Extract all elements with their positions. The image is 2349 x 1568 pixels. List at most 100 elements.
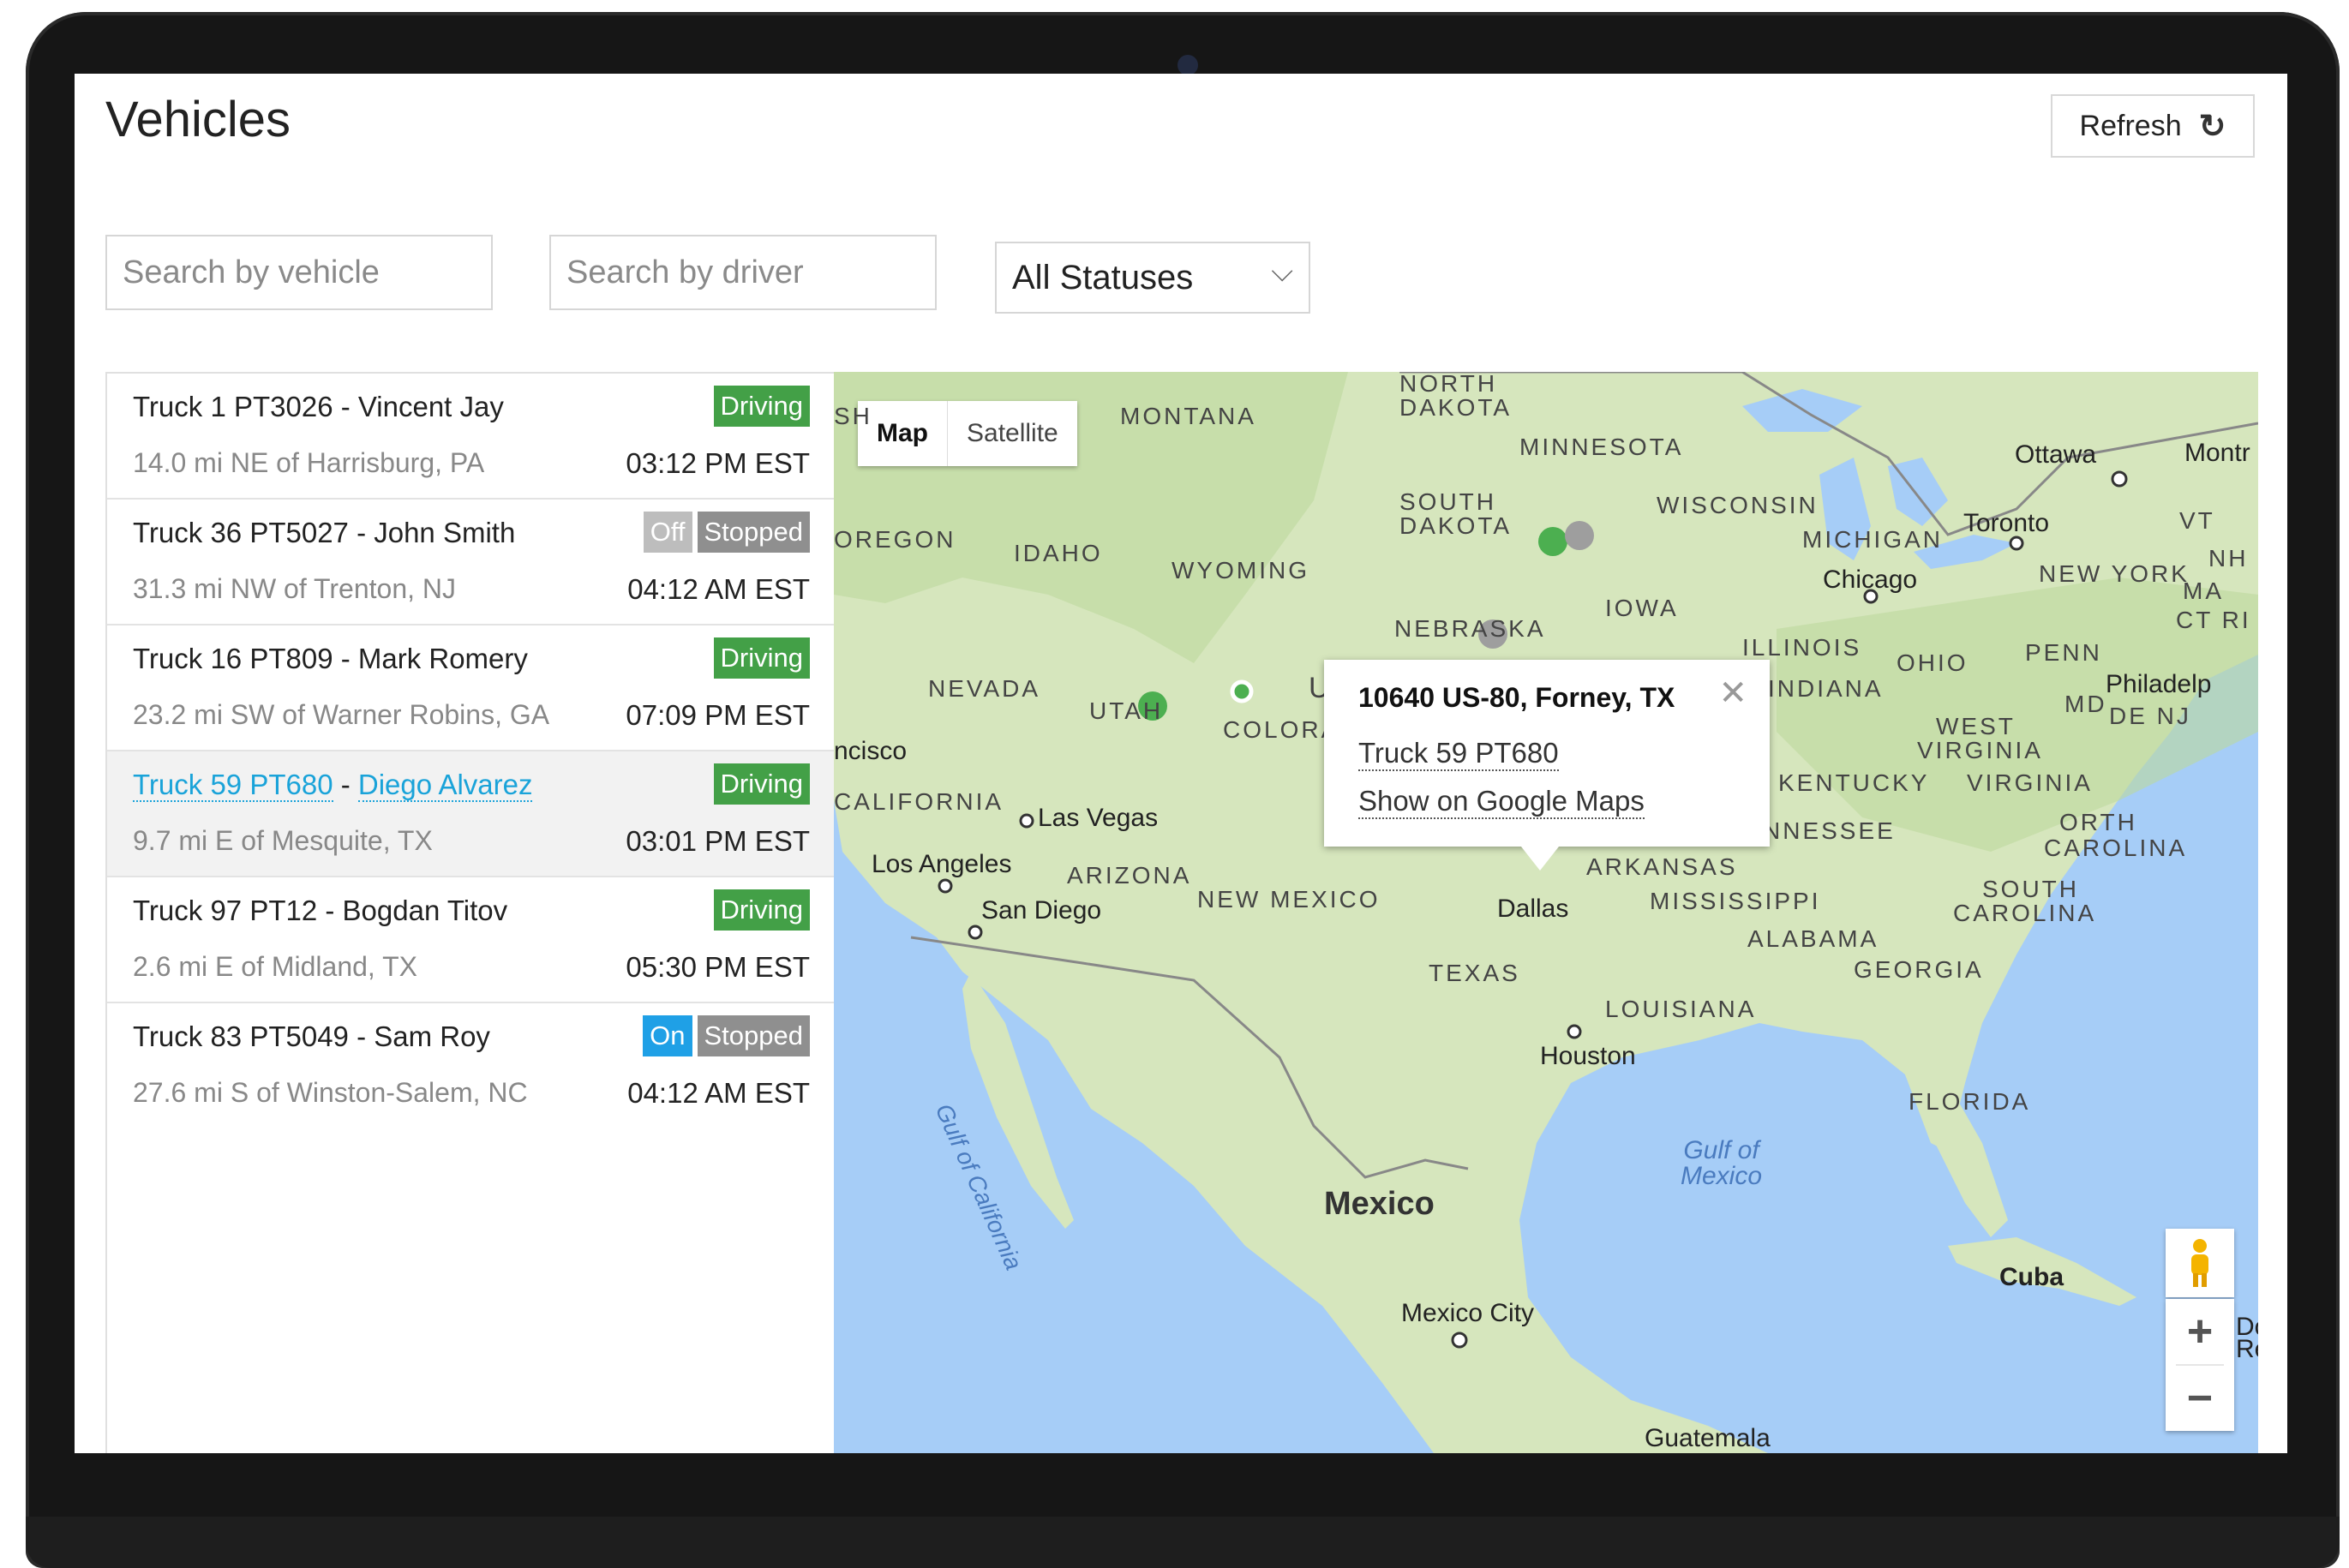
city-dot-las-vegas [1019,813,1034,829]
vehicle-name: Truck 59 PT680 - Diego Alvarez [133,769,533,802]
state-label: MICHIGAN [1802,526,1943,553]
zoom-in-button[interactable]: + [2166,1299,2234,1364]
refresh-button[interactable]: Refresh ↻ [2051,94,2255,158]
city-label: Montr [2184,439,2250,467]
state-label: UTAH [1089,697,1164,724]
city-label: San Diego [981,896,1102,925]
city-label: Cuba [1999,1263,2064,1291]
pegman-leg [2193,1273,2198,1287]
street-view-pegman[interactable] [2166,1229,2234,1297]
popup-truck-link[interactable]: Truck 59 PT680 [1358,737,1559,771]
close-icon[interactable]: ✕ [1718,673,1747,713]
state-label: MD [2064,691,2107,717]
state-label: LOUISIANA [1605,996,1757,1022]
vehicle-link[interactable]: Truck 59 PT680 [133,769,333,802]
city-label: Chicago [1823,566,1918,594]
vehicle-location: 14.0 mi NE of Harrisburg, PA [133,447,485,478]
map-type-satellite[interactable]: Satellite [948,401,1077,466]
vehicle-row[interactable]: Truck 83 PT5049 - Sam Roy On Stopped 27.… [107,1003,834,1129]
vehicle-time: 04:12 AM EST [627,1077,810,1109]
state-label: MONTANA [1120,403,1256,429]
city-dot-san-diego [968,925,983,940]
vehicle-row[interactable]: Truck 16 PT809 - Mark Romery Driving 23.… [107,625,834,751]
vehicle-row[interactable]: Truck 97 PT12 - Bogdan Titov Driving 2.6… [107,877,834,1003]
state-label: DE NJ [2109,703,2191,729]
map-type-toggle: Map Satellite [858,401,1077,466]
city-label: Los Angeles [872,850,1012,878]
city-dot-mexico-city [1451,1332,1468,1349]
vehicle-marker-gray[interactable] [1565,521,1594,550]
vehicle-marker-green[interactable] [1538,527,1567,556]
page-title: Vehicles [105,92,291,147]
status-badge-driving: Driving [713,386,810,427]
city-label: Houston [1540,1042,1636,1070]
state-label: NEBRASKA [1394,615,1546,642]
state-label: FLORIDA [1909,1088,2031,1115]
state-label: WISCONSIN [1657,492,1819,518]
vehicle-location: 31.3 mi NW of Trenton, NJ [133,573,457,604]
status-badge-driving: Driving [713,763,810,805]
status-badge-stopped: Stopped [697,512,810,553]
state-label: OREGON [834,526,956,553]
state-label: INDIANA [1768,675,1884,702]
vehicle-name: Truck 83 PT5049 - Sam Roy [133,1020,490,1052]
vehicle-row[interactable]: Truck 1 PT3026 - Vincent Jay Driving 14.… [107,374,834,500]
state-label: ARIZONA [1067,862,1192,889]
country-label: Mexico [1324,1186,1435,1222]
map-view[interactable]: Map Satellite NORTH DAKOTA MONTANA MINNE… [834,372,2258,1453]
status-badge-driving: Driving [713,889,810,931]
popup-maps-link[interactable]: Show on Google Maps [1358,785,1645,819]
vehicle-row[interactable]: Truck 36 PT5027 - John Smith Off Stopped… [107,500,834,625]
city-dot-toronto [2009,536,2024,551]
water-label: Gulf of Mexico [1681,1138,1762,1189]
state-label: NH [2208,545,2249,572]
state-label: CAROLINA [2044,835,2188,861]
vehicle-name: Truck 16 PT809 - Mark Romery [133,643,528,674]
city-label: Guatemala [1645,1424,1771,1452]
state-label: DAKOTA [1399,512,1513,539]
state-label: OHIO [1897,649,1968,676]
app-screen: Vehicles Refresh ↻ All Statuses ⌵ Truck … [75,74,2287,1453]
city-label: Philadelp [2106,670,2212,698]
search-driver-input[interactable] [549,235,937,310]
state-label: MISSISSIPPI [1650,888,1821,914]
city-label: ncisco [834,737,908,765]
water-label-line2: Mexico [1681,1162,1763,1190]
zoom-out-button[interactable]: − [2166,1366,2234,1431]
state-label: ARKANSAS [1586,853,1738,880]
vehicle-time: 03:12 PM EST [626,447,810,479]
state-label: WYOMING [1172,557,1309,584]
refresh-label: Refresh [2079,109,2182,142]
water-label-line1: Gulf of [1683,1136,1759,1164]
state-label: PENN [2025,639,2102,666]
search-vehicle-input[interactable] [105,235,493,310]
state-label: CT RI [2176,607,2251,633]
state-label: NEW MEXICO [1197,886,1381,913]
status-select[interactable]: All Statuses ⌵ [995,242,1310,314]
state-label: VIRGINIA [1917,737,2043,763]
vehicle-name: Truck 97 PT12 - Bogdan Titov [133,895,508,926]
vehicle-time: 07:09 PM EST [626,699,810,731]
pegman-body [2191,1254,2208,1275]
vehicle-location: 27.6 mi S of Winston-Salem, NC [133,1077,528,1108]
state-label: IOWA [1605,595,1679,621]
city-label: Las Vegas [1038,804,1159,832]
status-badge-driving: Driving [713,637,810,679]
pegman-head [2193,1239,2207,1253]
city-label: Ottawa [2015,440,2097,469]
city-label: Toronto [1963,509,2050,537]
engine-badge-on: On [643,1015,692,1056]
vehicle-name: Truck 1 PT3026 - Vincent Jay [133,391,504,422]
driver-link[interactable]: Diego Alvarez [357,769,533,802]
vehicle-time: 04:12 AM EST [627,573,810,605]
zoom-control: + − [2166,1299,2234,1431]
state-label: VIRGINIA [1967,769,2093,796]
status-badge-stopped: Stopped [697,1015,810,1056]
state-label: ILLINOIS [1742,634,1862,661]
vehicle-row-selected[interactable]: Truck 59 PT680 - Diego Alvarez Driving 9… [107,751,834,877]
state-label: ALABAMA [1747,925,1879,952]
vehicle-marker-green[interactable] [1230,679,1254,703]
state-label: MA [2183,578,2224,604]
state-label: DAKOTA [1399,394,1513,421]
state-label: SH [834,403,872,429]
